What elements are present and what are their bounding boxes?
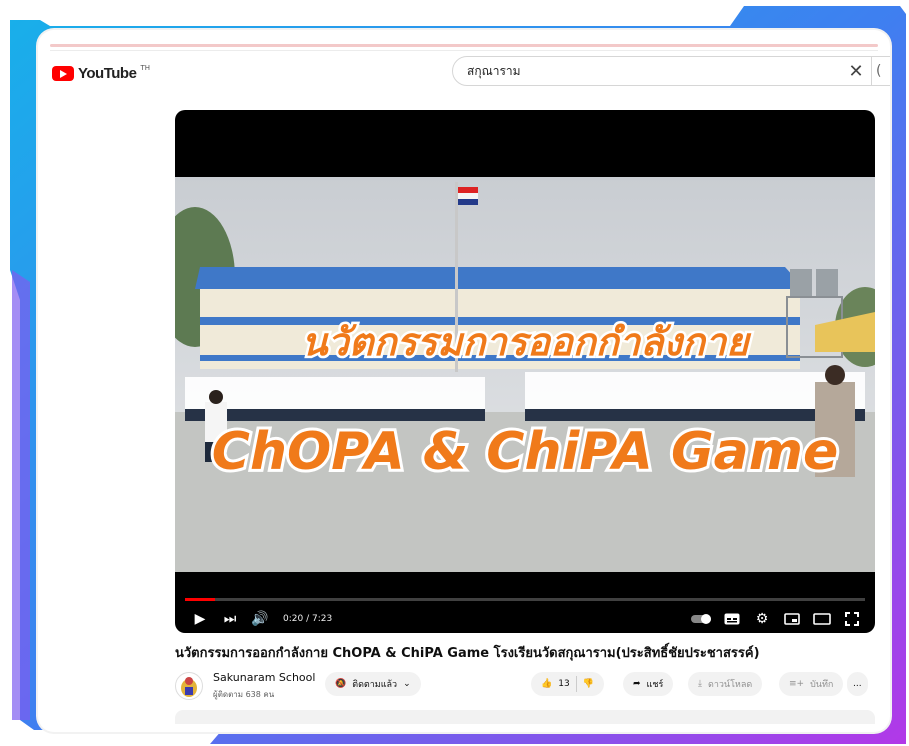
youtube-logo[interactable]: YouTube TH	[52, 63, 150, 82]
subscribe-label: ติดตามแล้ว	[352, 680, 398, 690]
download-icon: ⤓	[698, 679, 702, 689]
video-player[interactable]: นวัตกรรมการออกกำลังกาย ChOPA & ChiPA Gam…	[175, 110, 875, 633]
browser-window: YouTube TH สกุณาราม ✕ (นวัตกรรมการออกกำ…	[38, 30, 890, 732]
like-dislike-group: 👍 13 👎	[531, 672, 604, 696]
youtube-logo-text: YouTube	[78, 65, 137, 82]
autoplay-toggle-icon[interactable]	[687, 607, 717, 631]
time-display: 0:20 / 7:23	[283, 614, 333, 624]
player-controls: ▶ ⏭ 🔊 0:20 / 7:23 ⚙	[175, 606, 875, 632]
playlist-add-icon: ≡+	[789, 679, 805, 689]
search-button[interactable]: (	[872, 56, 890, 86]
like-count[interactable]: 13	[558, 679, 569, 689]
more-actions-button[interactable]: ...	[847, 672, 868, 696]
share-label: แชร์	[646, 680, 664, 690]
next-icon[interactable]: ⏭	[215, 607, 245, 631]
volume-icon[interactable]: 🔊	[245, 607, 275, 631]
more-icon: ...	[853, 679, 862, 689]
divider	[575, 676, 577, 692]
chevron-down-icon: ⌄	[403, 679, 411, 689]
download-button[interactable]: ⤓ ดาวน์โหลด	[688, 672, 763, 696]
channel-avatar[interactable]	[175, 672, 203, 700]
overlay-title-line2: ChOPA & ChiPA Game	[212, 422, 838, 482]
thumbs-up-icon[interactable]: 👍	[541, 679, 552, 689]
bell-off-icon: 🔕	[335, 679, 347, 689]
video-title: นวัตกรรมการออกกำลังกาย ChOPA & ChiPA Gam…	[175, 646, 760, 661]
video-frame: นวัตกรรมการออกกำลังกาย ChOPA & ChiPA Gam…	[175, 177, 875, 572]
fullscreen-icon[interactable]	[837, 607, 867, 631]
search-input[interactable]: สกุณาราม	[453, 62, 841, 81]
theater-mode-icon[interactable]	[807, 607, 837, 631]
divider	[50, 50, 878, 51]
share-button[interactable]: ➦ แชร์	[623, 672, 674, 696]
thumbs-down-icon[interactable]: 👎	[583, 679, 594, 689]
subscribe-button[interactable]: 🔕 ติดตามแล้ว ⌄	[325, 672, 421, 696]
youtube-play-icon	[52, 66, 74, 81]
save-button[interactable]: ≡+ บันทึก	[779, 672, 844, 696]
progress-bar[interactable]	[185, 598, 865, 601]
download-label: ดาวน์โหลด	[707, 680, 753, 690]
settings-gear-icon[interactable]: ⚙	[747, 607, 777, 631]
progress-fill	[185, 598, 215, 601]
share-icon: ➦	[633, 679, 641, 689]
description-box[interactable]	[175, 710, 875, 724]
search-icon: (	[876, 63, 882, 79]
country-code: TH	[140, 63, 150, 72]
subtitles-icon[interactable]	[717, 607, 747, 631]
channel-row: Sakunaram School ผู้ติดตาม 638 คน 🔕 ติดต…	[175, 670, 875, 704]
tab-strip-line	[50, 44, 878, 47]
miniplayer-icon[interactable]	[777, 607, 807, 631]
channel-name[interactable]: Sakunaram School	[213, 671, 315, 684]
overlay-title-line1: นวัตกรรมการออกกำลังกาย	[301, 320, 752, 364]
subscriber-count: ผู้ติดตาม 638 คน	[213, 690, 275, 699]
play-icon[interactable]: ▶	[185, 607, 215, 631]
close-icon[interactable]: ✕	[841, 61, 871, 82]
save-label: บันทึก	[810, 680, 834, 690]
search-box[interactable]: สกุณาราม ✕	[452, 56, 872, 86]
